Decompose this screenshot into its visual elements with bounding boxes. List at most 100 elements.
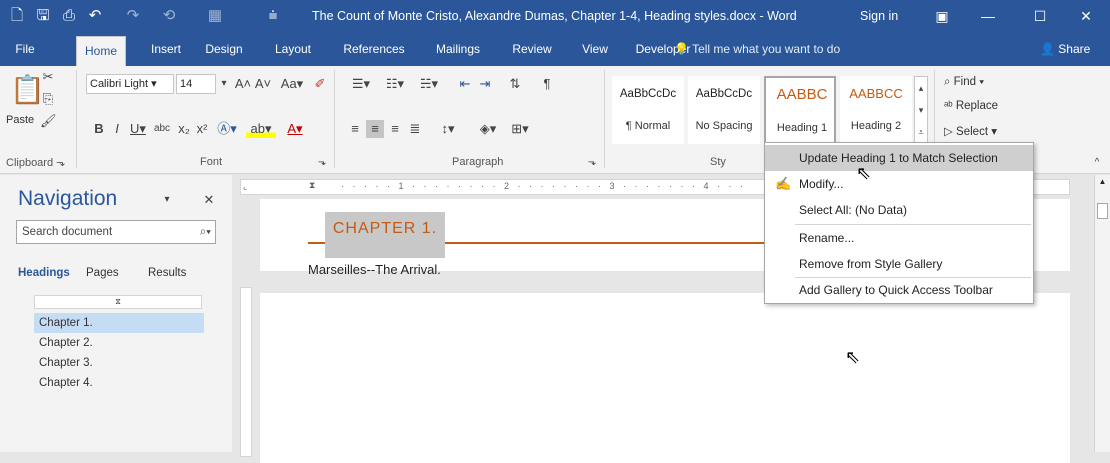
strikethrough-icon[interactable]: abc	[150, 120, 174, 138]
align-right-icon[interactable]: ≡	[386, 120, 404, 138]
save-as-icon[interactable]: ⎙	[58, 0, 80, 32]
tab-headings[interactable]: Headings	[18, 267, 70, 279]
replace-button[interactable]: ᵃᵇ Replace	[944, 100, 998, 112]
find-button[interactable]: ⌕ Find ▾	[944, 76, 984, 89]
style-name: ¶ Normal	[625, 120, 671, 132]
collapse-all-icon[interactable]: ⧖	[34, 295, 202, 309]
tab-view[interactable]: View	[578, 32, 612, 66]
sort-icon[interactable]: ⇅	[506, 75, 524, 93]
title-bar: 🗋 🖫 ⎙ ↶ ↷ ⟲ ▦ ⩧ The Count of Monte Crist…	[0, 0, 1110, 32]
scroll-thumb[interactable]	[1097, 203, 1108, 219]
tab-review[interactable]: Review	[508, 32, 556, 66]
font-dialog-launcher-icon[interactable]: ⬎	[316, 154, 328, 172]
format-painter-icon[interactable]: 🖌	[40, 112, 57, 130]
italic-icon[interactable]: I	[110, 120, 124, 138]
increase-indent-icon[interactable]: ⇥	[476, 75, 494, 93]
menu-item-update-heading[interactable]: Update Heading 1 to Match Selection	[765, 145, 1033, 171]
cut-icon[interactable]: ✂	[40, 68, 56, 86]
ribbon-display-icon[interactable]: ▣	[922, 0, 962, 32]
scroll-up-icon[interactable]: ▲	[1097, 177, 1108, 191]
collapse-ribbon-icon[interactable]: ^	[1090, 154, 1104, 172]
repeat-icon[interactable]: ⟲	[158, 0, 180, 32]
tab-insert[interactable]: Insert	[146, 32, 186, 66]
list-item[interactable]: Chapter 2.	[34, 333, 204, 353]
style-no-spacing[interactable]: AaBbCcDc No Spacing	[688, 76, 760, 144]
highlight-icon[interactable]: ab▾	[246, 120, 276, 138]
menu-item-add-gallery-to-qat[interactable]: Add Gallery to Quick Access Toolbar	[765, 277, 1033, 303]
justify-icon[interactable]: ≣	[406, 120, 424, 138]
font-size-combo[interactable]: 14	[176, 74, 216, 94]
search-icon[interactable]: ⌕▾	[200, 221, 211, 243]
paste-icon[interactable]: 📋	[10, 70, 45, 110]
gallery-scroll-icon[interactable]: ▴ ▾ ⩡	[914, 76, 928, 144]
close-icon[interactable]: ✕	[1066, 0, 1106, 32]
menu-item-rename[interactable]: Rename...	[765, 225, 1033, 251]
maximize-icon[interactable]: ☐	[1020, 0, 1060, 32]
tab-file[interactable]: File	[8, 32, 42, 66]
tab-pages[interactable]: Pages	[86, 267, 119, 279]
shrink-font-icon[interactable]: A˅	[254, 75, 272, 93]
share-button[interactable]: 👤 Share	[1040, 32, 1090, 66]
bold-icon[interactable]: B	[92, 120, 106, 138]
customize-qat-icon[interactable]: ⩧	[262, 0, 284, 32]
close-icon[interactable]: ✕	[202, 191, 216, 209]
tab-references[interactable]: References	[340, 32, 408, 66]
menu-item-remove-from-gallery[interactable]: Remove from Style Gallery	[765, 251, 1033, 277]
search-input[interactable]: Search document ⌕▾	[16, 220, 216, 244]
decrease-indent-icon[interactable]: ⇤	[456, 75, 474, 93]
bullets-icon[interactable]: ☰▾	[346, 75, 376, 93]
copy-icon[interactable]: ⎘	[40, 90, 56, 108]
line-spacing-icon[interactable]: ↕▾	[434, 120, 462, 138]
tab-home[interactable]: Home	[76, 36, 126, 66]
chevron-down-icon[interactable]: ▾	[160, 191, 174, 209]
tell-me-box[interactable]: 💡 Tell me what you want to do	[674, 32, 840, 66]
vertical-scrollbar[interactable]: ▲	[1094, 175, 1110, 452]
tab-results[interactable]: Results	[148, 267, 186, 279]
change-case-icon[interactable]: Aa▾	[278, 75, 306, 93]
style-heading-1[interactable]: AABBC Heading 1	[764, 76, 836, 144]
menu-item-modify[interactable]: Modify...	[765, 171, 1033, 197]
grow-font-icon[interactable]: A˄	[234, 75, 252, 93]
body-text[interactable]: Marseilles--The Arrival.	[308, 262, 441, 277]
page[interactable]	[260, 293, 1070, 463]
paragraph-dialog-launcher-icon[interactable]: ⬎	[586, 154, 598, 172]
tab-design[interactable]: Design	[202, 32, 246, 66]
list-item[interactable]: Chapter 4.	[34, 373, 204, 393]
chapter-heading[interactable]: CHAPTER 1.	[325, 212, 445, 258]
font-name-combo[interactable]: Calibri Light ▾	[86, 74, 174, 94]
underline-icon[interactable]: U▾	[128, 120, 148, 138]
sign-in-link[interactable]: Sign in	[860, 0, 898, 32]
save-icon[interactable]: 🖫	[32, 0, 54, 32]
subscript-icon[interactable]: x₂	[176, 120, 192, 138]
word-doc-icon[interactable]: 🗋	[6, 0, 28, 32]
style-heading-2[interactable]: AABBCC Heading 2	[840, 76, 912, 144]
chevron-down-icon[interactable]: ▾	[218, 75, 230, 93]
menu-item-select-all[interactable]: Select All: (No Data)	[765, 197, 1033, 223]
tab-stop-icon[interactable]: ⌞	[243, 181, 247, 192]
superscript-icon[interactable]: x²	[194, 120, 210, 138]
redo-icon[interactable]: ↷	[122, 0, 144, 32]
list-item[interactable]: Chapter 3.	[34, 353, 204, 373]
show-marks-icon[interactable]: ¶	[540, 75, 554, 93]
align-left-icon[interactable]: ≡	[346, 120, 364, 138]
shading-icon[interactable]: ◈▾	[474, 120, 502, 138]
minimize-icon[interactable]: —	[968, 0, 1008, 32]
numbering-icon[interactable]: ☷▾	[380, 75, 410, 93]
paste-label[interactable]: Paste	[6, 114, 34, 126]
tab-layout[interactable]: Layout	[270, 32, 316, 66]
clear-formatting-icon[interactable]: ✐	[312, 75, 328, 93]
multilevel-list-icon[interactable]: ☵▾	[414, 75, 444, 93]
indent-marker-icon[interactable]: ⧗	[309, 180, 315, 191]
text-effects-icon[interactable]: Ⓐ▾	[214, 120, 240, 138]
font-color-icon[interactable]: A▾	[282, 120, 308, 138]
style-normal[interactable]: AaBbCcDc ¶ Normal	[612, 76, 684, 144]
align-center-icon[interactable]: ≡	[366, 120, 384, 138]
search-placeholder: Search document	[22, 226, 113, 238]
borders-icon[interactable]: ⊞▾	[506, 120, 534, 138]
vertical-ruler[interactable]	[240, 287, 252, 457]
list-item[interactable]: Chapter 1.	[34, 313, 204, 333]
undo-icon[interactable]: ↶	[84, 0, 106, 32]
select-button[interactable]: ▷ Select ▾	[944, 124, 997, 138]
more-icon[interactable]: ▦	[204, 0, 226, 32]
tab-mailings[interactable]: Mailings	[430, 32, 486, 66]
